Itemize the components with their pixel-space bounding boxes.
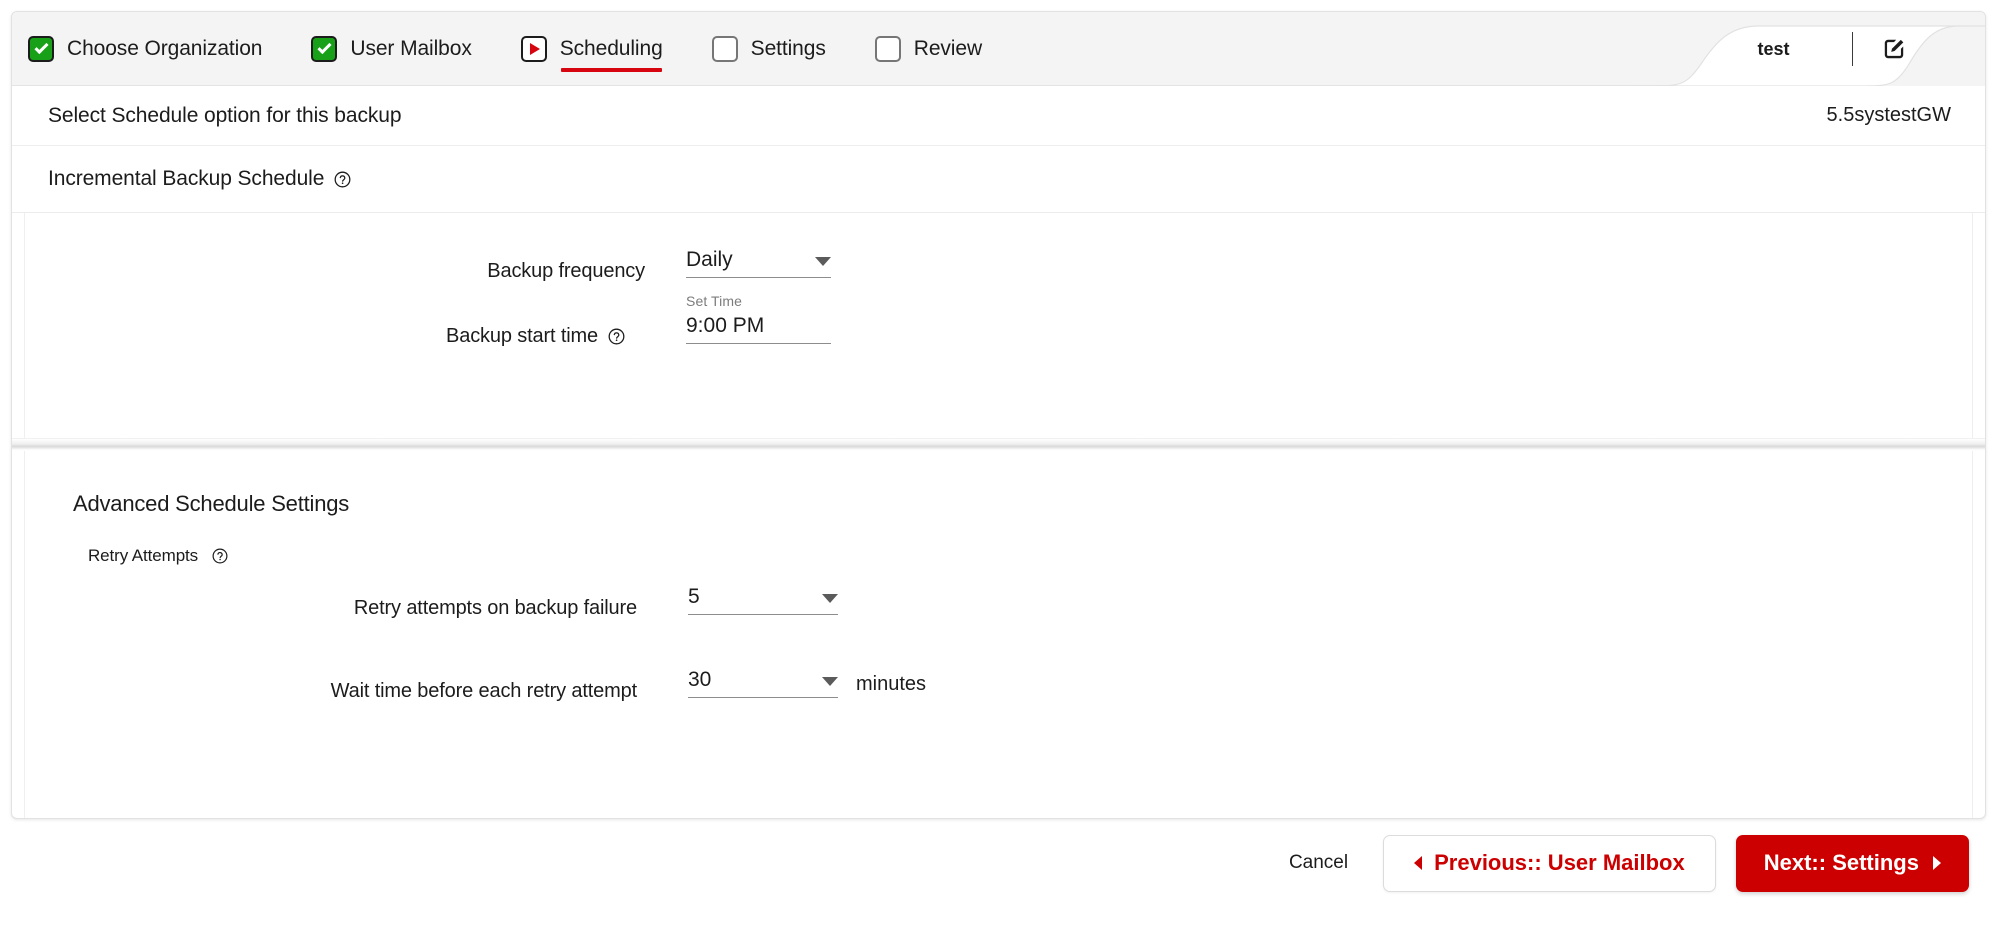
chevron-down-icon <box>822 677 838 686</box>
help-circle-icon[interactable] <box>212 548 228 564</box>
profile-name: test <box>1757 38 1790 59</box>
wizard-step-bar: Choose Organization User Mailbox Schedul… <box>12 12 1985 86</box>
wizard-footer: Cancel Previous:: User Mailbox Next:: Se… <box>0 830 2000 896</box>
profile-tab: test <box>1635 12 1985 86</box>
wizard-step-choose-organization[interactable]: Choose Organization <box>28 12 262 86</box>
section-divider <box>12 438 1985 451</box>
set-time-label: Set Time <box>686 293 743 309</box>
backup-frequency-value: Daily <box>686 248 733 271</box>
retry-attempts-select[interactable]: 5 <box>688 586 838 615</box>
backup-frequency-select[interactable]: Daily <box>686 249 831 278</box>
edit-pencil-icon[interactable] <box>1881 36 1907 62</box>
field-backup-start-time-label-wrap: Backup start time <box>25 325 625 347</box>
advanced-settings-title: Advanced Schedule Settings <box>73 491 350 516</box>
wizard-step-label: Review <box>913 36 983 60</box>
schedule-fields-panel: Backup frequency Daily Backup start time… <box>24 213 1973 438</box>
section-header-incremental-backup-schedule: Incremental Backup Schedule <box>12 146 1985 213</box>
next-button-label: Next:: Settings <box>1763 850 1919 875</box>
retry-attempts-value: 5 <box>688 585 700 608</box>
field-wait-time-label-wrap: Wait time before each retry attempt <box>25 680 638 702</box>
wizard-step-user-mailbox[interactable]: User Mailbox <box>311 12 472 86</box>
field-backup-frequency-label-wrap: Backup frequency <box>25 260 645 282</box>
retry-attempts-label: Retry Attempts <box>88 546 199 565</box>
wizard-step-label: Settings <box>750 36 826 60</box>
wizard-step-scheduling[interactable]: Scheduling <box>520 12 663 86</box>
arrow-left-icon <box>1414 856 1423 870</box>
advanced-schedule-panel: Advanced Schedule Settings Retry Attempt… <box>24 451 1973 818</box>
help-circle-icon[interactable] <box>608 328 625 345</box>
wizard-step-label: User Mailbox <box>350 36 472 60</box>
cancel-button[interactable]: Cancel <box>1273 842 1364 884</box>
wait-time-label: Wait time before each retry attempt <box>330 680 638 702</box>
backup-frequency-label: Backup frequency <box>487 260 645 282</box>
checkbox-checked-icon <box>28 35 54 62</box>
checkbox-empty-icon <box>874 35 901 62</box>
page-headline-row: Select Schedule option for this backup 5… <box>12 86 1985 146</box>
profile-tab-content: test <box>1675 12 1935 86</box>
section-title: Incremental Backup Schedule <box>48 167 325 190</box>
app-page: Choose Organization User Mailbox Schedul… <box>0 0 2000 929</box>
wait-time-field-wrap: 30 minutes <box>688 669 926 698</box>
retry-attempts-on-failure-label: Retry attempts on backup failure <box>353 597 637 619</box>
field-retry-attempts-label-wrap: Retry attempts on backup failure <box>25 597 637 619</box>
wizard-card: Choose Organization User Mailbox Schedul… <box>11 11 1986 819</box>
checkbox-empty-icon <box>711 35 738 62</box>
wait-time-unit: minutes <box>856 673 927 695</box>
next-button[interactable]: Next:: Settings <box>1735 834 1969 892</box>
wizard-step-label: Choose Organization <box>67 36 263 60</box>
wizard-step-review[interactable]: Review <box>874 12 983 86</box>
checkbox-checked-icon <box>311 35 338 62</box>
arrow-right-icon <box>1933 856 1941 870</box>
chevron-down-icon <box>822 594 838 603</box>
wait-time-select[interactable]: 30 <box>688 669 838 698</box>
divider <box>1851 32 1853 66</box>
wizard-step-label: Scheduling <box>559 36 663 72</box>
environment-label: 5.5systestGW <box>1826 104 1951 126</box>
set-time-input[interactable]: 9:00 PM <box>686 315 831 344</box>
backup-start-time-label: Backup start time <box>446 325 598 347</box>
help-circle-icon[interactable] <box>334 171 351 188</box>
chevron-down-icon <box>815 257 831 266</box>
previous-button[interactable]: Previous:: User Mailbox <box>1383 834 1716 892</box>
backup-start-time-field: Set Time 9:00 PM <box>686 293 831 344</box>
page-title: Select Schedule option for this backup <box>48 103 402 127</box>
play-icon <box>520 35 547 62</box>
wait-time-value: 30 <box>688 668 712 691</box>
wizard-step-settings[interactable]: Settings <box>711 12 826 86</box>
previous-button-label: Previous:: User Mailbox <box>1434 850 1685 875</box>
retry-attempts-subsection-title: Retry Attempts <box>88 546 228 566</box>
